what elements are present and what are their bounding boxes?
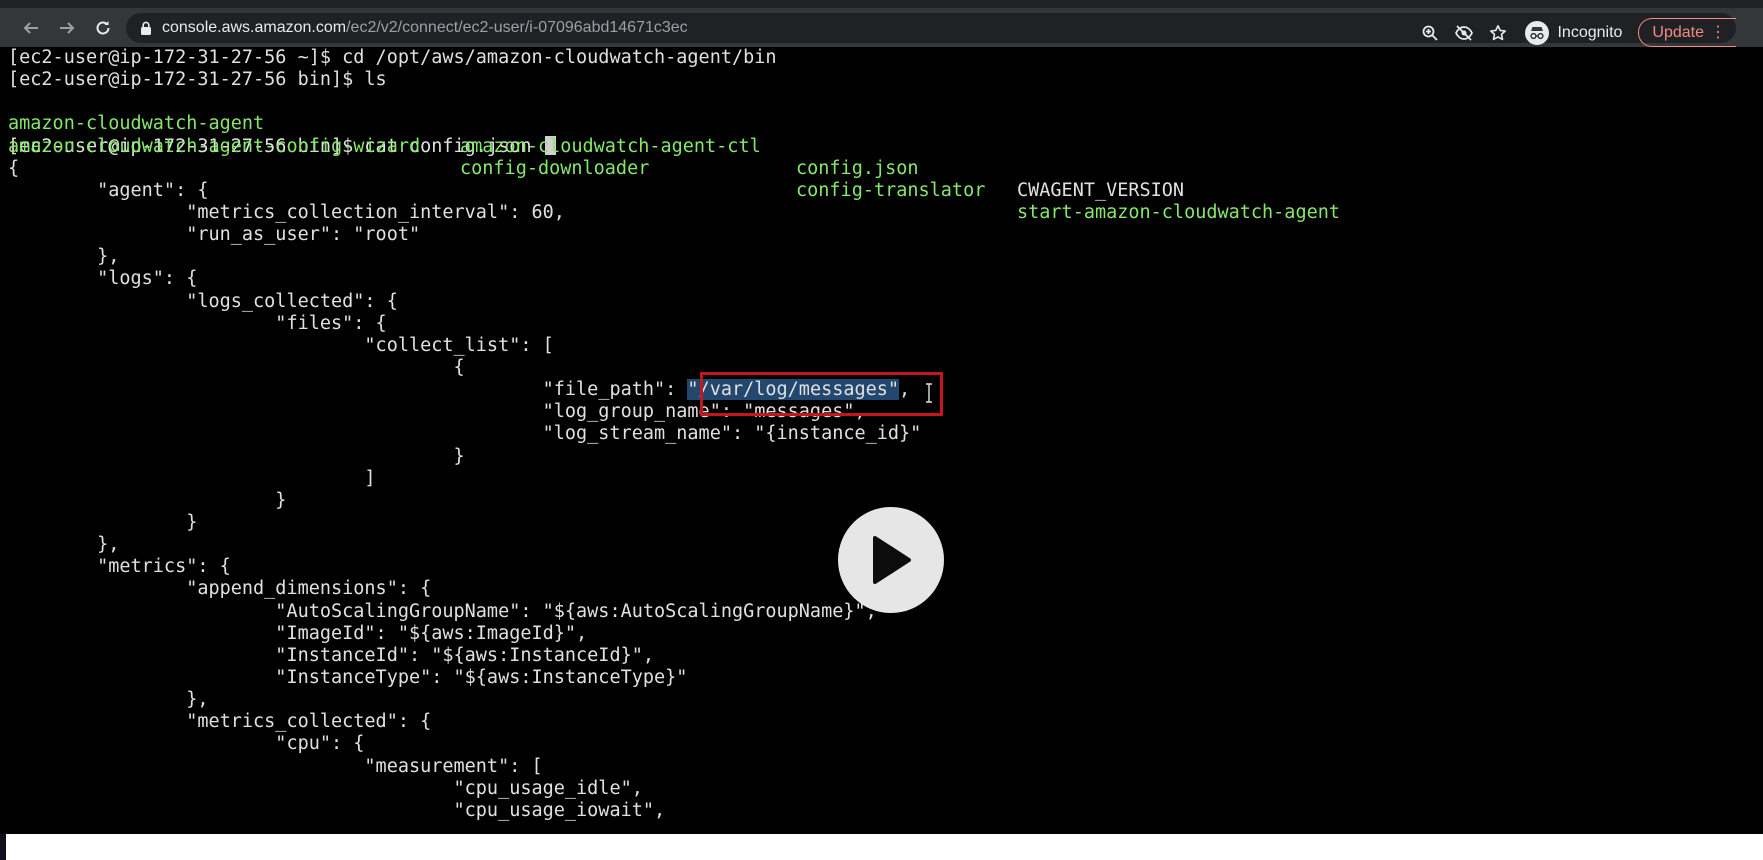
bookmark-button[interactable]: [1481, 18, 1515, 48]
more-vert-icon: ⋮: [1710, 23, 1726, 41]
terminal-window[interactable]: [ec2-user@ip-172-31-27-56 ~]$ cd /opt/aw…: [0, 47, 1763, 834]
terminal-line-cd: [ec2-user@ip-172-31-27-56 ~]$ cd /opt/aw…: [8, 47, 777, 68]
incognito-label: Incognito: [1557, 23, 1623, 41]
json-line: "cpu": {: [8, 733, 365, 755]
star-icon: [1490, 24, 1507, 40]
json-line: "log_stream_name": "{instance_id}": [8, 423, 922, 445]
json-line: },: [8, 689, 209, 711]
ls-file: config.json: [796, 157, 919, 179]
terminal-output: [ec2-user@ip-172-31-27-56 ~]$ cd /opt/aw…: [8, 47, 1763, 834]
json-line: "InstanceId": "${aws:InstanceId}",: [8, 644, 655, 666]
json-line: "files": {: [8, 312, 387, 334]
json-line: "ImageId": "${aws:ImageId}",: [8, 622, 588, 644]
forward-button[interactable]: [52, 13, 82, 43]
ls-file: amazon-cloudwatch-agent-ctl: [460, 135, 761, 157]
json-line: "cpu_usage_iowait",: [8, 799, 666, 821]
ls-file: CWAGENT_VERSION: [1017, 179, 1185, 201]
annotation-highlight-box: [700, 372, 943, 416]
file-path-key: "file_path":: [8, 379, 688, 401]
update-button[interactable]: Update ⋮: [1638, 18, 1736, 47]
zoom-icon: [1423, 25, 1439, 41]
json-line: "metrics_collected": {: [8, 711, 432, 733]
url-domain: console.aws.amazon.com: [162, 19, 347, 36]
json-line: }: [8, 445, 465, 467]
terminal-line-ls: [ec2-user@ip-172-31-27-56 bin]$ ls: [8, 69, 387, 91]
reload-button[interactable]: [88, 13, 118, 43]
ls-file: config-downloader: [460, 157, 650, 179]
forward-arrow-icon: [60, 21, 75, 34]
incognito-icon: [1525, 20, 1550, 45]
json-line: "metrics_collection_interval": 60,: [8, 201, 565, 223]
address-bar[interactable]: console.aws.amazon.com/ec2/v2/connect/ec…: [126, 13, 1736, 47]
json-line: "cpu_usage_idle",: [8, 777, 643, 799]
browser-top-strip: [0, 0, 1763, 8]
text-cursor-icon: [926, 383, 932, 403]
back-button[interactable]: [16, 13, 46, 43]
ls-file: config-translator: [796, 179, 986, 201]
json-line: "collect_list": [: [8, 334, 554, 356]
json-line: "measurement": [: [8, 755, 543, 777]
ls-file: start-amazon-cloudwatch-agent: [1017, 202, 1341, 224]
eye-off-icon: [1455, 24, 1474, 41]
video-play-button[interactable]: [838, 507, 944, 613]
ls-file: amazon-cloudwatch-agent-config-wizard: [8, 135, 421, 157]
json-line: "logs_collected": {: [8, 290, 398, 312]
json-line: },: [8, 246, 120, 268]
url-text[interactable]: console.aws.amazon.com/ec2/v2/connect/ec…: [162, 19, 688, 37]
play-icon: [873, 536, 911, 584]
browser-toolbar: console.aws.amazon.com/ec2/v2/connect/ec…: [0, 8, 1763, 47]
ls-output-row-2: amazon-cloudwatch-agent-config-wizard co…: [8, 113, 1763, 223]
zoom-button[interactable]: [1413, 18, 1447, 48]
reload-icon: [96, 20, 110, 34]
json-line: "run_as_user": "root": [8, 224, 421, 246]
incognito-indicator[interactable]: Incognito: [1525, 20, 1623, 45]
page-bottom-area: [6, 834, 1763, 860]
json-line: "InstanceType": "${aws:InstanceType}": [8, 666, 688, 688]
update-label: Update: [1652, 23, 1704, 41]
tracking-protection-button[interactable]: [1447, 18, 1481, 48]
back-arrow-icon: [23, 21, 38, 34]
ls-output-row-1: amazon-cloudwatch-agent amazon-cloudwatc…: [8, 91, 1763, 200]
url-path: /ec2/v2/connect/ec2-user/i-07096abd14671…: [346, 19, 688, 36]
json-line: ]: [8, 467, 376, 489]
json-line: "logs": {: [8, 268, 198, 290]
lock-icon[interactable]: [140, 21, 152, 35]
